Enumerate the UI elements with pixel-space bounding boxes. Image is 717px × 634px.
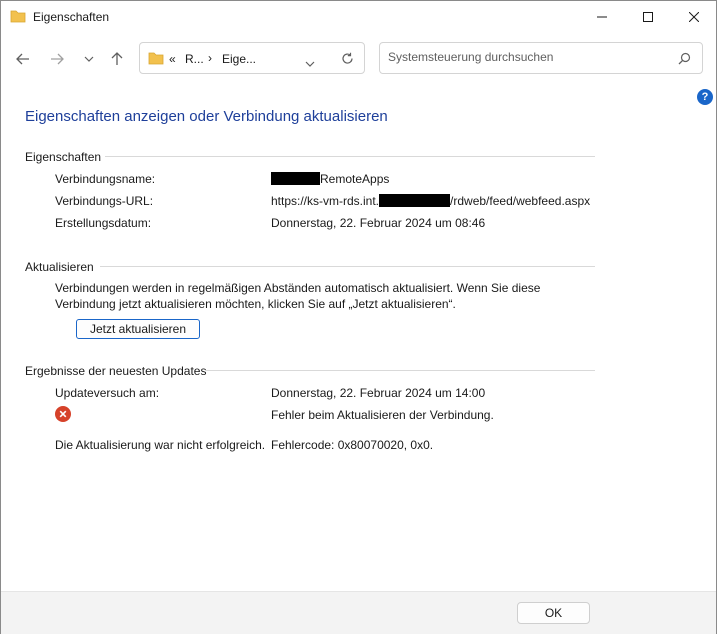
search-box[interactable] xyxy=(379,42,703,74)
update-description: Verbindungen werden in regelmäßigen Abst… xyxy=(55,281,541,311)
search-icon[interactable] xyxy=(678,52,691,68)
window-title: Eigenschaften xyxy=(33,10,110,24)
close-button[interactable] xyxy=(671,1,717,32)
error-message: Fehler beim Aktualisieren der Verbindung… xyxy=(271,408,494,422)
folder-icon xyxy=(10,9,26,23)
address-dropdown-chevron-icon[interactable] xyxy=(305,56,315,70)
breadcrumb-item-1[interactable]: R... xyxy=(185,52,204,66)
connection-name-label: Verbindungsname: xyxy=(55,172,156,186)
close-icon xyxy=(689,11,699,22)
breadcrumb-separator: › xyxy=(208,51,212,65)
page-title: Eigenschaften anzeigen oder Verbindung a… xyxy=(25,108,388,125)
update-attempt-value: Donnerstag, 22. Februar 2024 um 14:00 xyxy=(271,386,486,400)
results-section-divider xyxy=(205,370,595,371)
minimize-button[interactable] xyxy=(579,1,625,32)
address-bar[interactable]: « R... › Eige... xyxy=(139,42,365,74)
error-icon xyxy=(55,406,71,422)
update-attempt-label: Updateversuch am: xyxy=(55,386,160,400)
connection-url-suffix: /rdweb/feed/webfeed.aspx xyxy=(450,194,591,208)
redacted-block xyxy=(379,194,451,207)
breadcrumb-item-2[interactable]: Eige... xyxy=(222,52,256,66)
title-bar: Eigenschaften xyxy=(1,1,716,32)
properties-section-title: Eigenschaften xyxy=(25,150,102,164)
properties-window: Eigenschaften « R... › Eige... Systemste… xyxy=(0,0,717,634)
failure-label: Die Aktualisierung war nicht erfolgreich… xyxy=(55,438,266,452)
created-label: Erstellungsdatum: xyxy=(55,216,152,230)
folder-icon xyxy=(148,51,164,68)
redacted-block xyxy=(271,172,320,185)
up-arrow-icon[interactable] xyxy=(109,51,125,67)
results-section-title: Ergebnisse der neuesten Updates xyxy=(25,364,207,378)
ok-button[interactable]: OK xyxy=(517,602,590,624)
connection-name-text: RemoteApps xyxy=(320,172,390,186)
search-input[interactable] xyxy=(388,50,668,64)
properties-section-divider xyxy=(105,156,595,157)
refresh-icon[interactable] xyxy=(341,52,354,68)
update-now-button[interactable]: Jetzt aktualisieren xyxy=(76,319,200,339)
update-section-title: Aktualisieren xyxy=(25,260,94,274)
dialog-footer: OK xyxy=(1,591,716,634)
connection-url-prefix: https://ks-vm-rds.int. xyxy=(271,194,380,208)
maximize-icon xyxy=(643,11,653,22)
maximize-button[interactable] xyxy=(625,1,671,32)
connection-url-label: Verbindungs-URL: xyxy=(55,194,154,208)
minimize-icon xyxy=(597,16,607,17)
connection-name-value: RemoteApps xyxy=(271,172,389,186)
failure-code: Fehlercode: 0x80070020, 0x0. xyxy=(271,438,434,452)
back-arrow-icon[interactable] xyxy=(15,51,31,67)
help-icon[interactable]: ? xyxy=(697,89,713,105)
created-value: Donnerstag, 22. Februar 2024 um 08:46 xyxy=(271,216,486,230)
update-section-divider xyxy=(100,266,595,267)
connection-url-value: https://ks-vm-rds.int. /rdweb/feed/webfee… xyxy=(271,194,590,208)
breadcrumb-overflow[interactable]: « xyxy=(169,52,176,66)
forward-arrow-icon[interactable] xyxy=(49,51,65,67)
recent-locations-chevron-icon[interactable] xyxy=(81,51,97,67)
